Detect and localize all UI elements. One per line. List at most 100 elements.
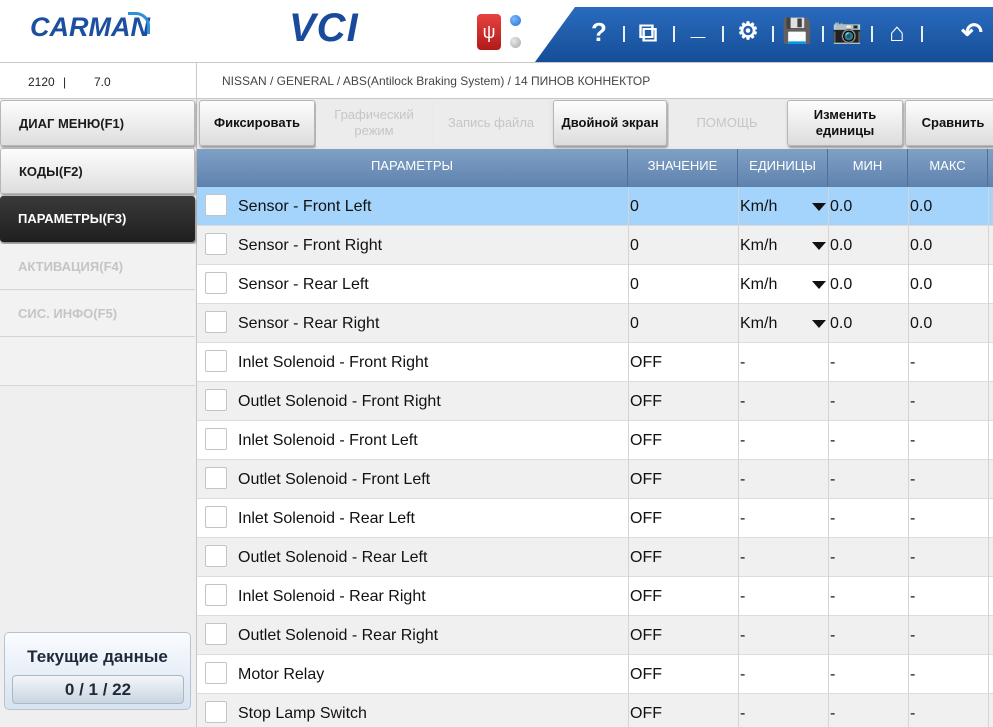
parameter-unit: -	[740, 588, 746, 605]
parameter-max: 0.0	[910, 276, 933, 293]
toolbar-separator	[623, 26, 625, 42]
row-checkbox[interactable]	[205, 272, 227, 294]
parameter-unit: -	[740, 705, 746, 722]
parameter-value: OFF	[630, 393, 662, 410]
column-separator	[828, 304, 829, 343]
column-separator	[908, 226, 909, 265]
column-separator	[628, 382, 629, 421]
unit-dropdown-icon[interactable]	[812, 242, 826, 250]
table-row[interactable]: Inlet Solenoid - Rear Left OFF - - -	[197, 499, 993, 538]
column-separator	[908, 187, 909, 226]
sidebar-item-параметры[interactable]: ПАРАМЕТРЫ(F3)	[0, 196, 195, 242]
column-separator	[738, 460, 739, 499]
parameter-min: -	[830, 354, 836, 371]
column-separator	[738, 187, 739, 226]
parameter-unit[interactable]: Km/h	[740, 226, 777, 265]
column-separator	[908, 304, 909, 343]
current-data-title: Текущие данные	[27, 647, 168, 666]
table-row[interactable]: Motor Relay OFF - - -	[197, 655, 993, 694]
table-row[interactable]: Inlet Solenoid - Front Right OFF - - -	[197, 343, 993, 382]
current-data-counter: 0 / 1 / 22	[12, 675, 184, 704]
row-checkbox[interactable]	[205, 428, 227, 450]
column-separator	[828, 655, 829, 694]
row-checkbox[interactable]	[205, 311, 227, 333]
row-checkbox[interactable]	[205, 545, 227, 567]
column-separator	[828, 499, 829, 538]
column-separator	[988, 616, 989, 655]
parameter-value: OFF	[630, 354, 662, 371]
function-bar: Фиксировать Графический режим Запись файла…	[197, 99, 993, 149]
column-separator	[988, 226, 989, 265]
parameter-unit[interactable]: Km/h	[740, 304, 777, 343]
parameter-unit[interactable]: Km/h	[740, 265, 777, 304]
column-header: МИН	[828, 149, 908, 187]
row-checkbox[interactable]	[205, 467, 227, 489]
version-box: 2120 | 7.0	[0, 63, 197, 99]
row-checkbox[interactable]	[205, 506, 227, 528]
settings-icon[interactable]: ⚙	[732, 16, 764, 48]
row-checkbox[interactable]	[205, 389, 227, 411]
table-row[interactable]: Sensor - Front Left 0 Km/h 0.0 0.0	[197, 187, 993, 226]
function-button-4[interactable]: Двойной экран	[553, 100, 667, 146]
column-separator	[628, 187, 629, 226]
row-checkbox[interactable]	[205, 194, 227, 216]
table-row[interactable]: Outlet Solenoid - Front Left OFF - - -	[197, 460, 993, 499]
function-button-7[interactable]: Сравнить	[905, 100, 993, 146]
column-separator	[828, 187, 829, 226]
column-separator	[828, 577, 829, 616]
column-separator	[628, 655, 629, 694]
help-icon[interactable]: ?	[583, 16, 615, 48]
column-separator	[738, 655, 739, 694]
parameter-unit[interactable]: Km/h	[740, 187, 777, 226]
window-switch-icon[interactable]: ⧉	[632, 16, 664, 48]
column-separator	[738, 694, 739, 727]
table-row[interactable]: Sensor - Rear Left 0 Km/h 0.0 0.0	[197, 265, 993, 304]
column-separator	[988, 694, 989, 727]
column-separator	[628, 460, 629, 499]
row-checkbox[interactable]	[205, 623, 227, 645]
column-separator	[988, 421, 989, 460]
function-button-1[interactable]: Фиксировать	[199, 100, 315, 146]
minimize-icon[interactable]: _	[682, 13, 714, 48]
row-checkbox[interactable]	[205, 233, 227, 255]
function-button-label: Графический режим	[334, 107, 414, 138]
camera-icon[interactable]: 📷	[831, 16, 863, 48]
row-checkbox[interactable]	[205, 350, 227, 372]
table-row[interactable]: Outlet Solenoid - Rear Right OFF - - -	[197, 616, 993, 655]
parameter-max: 0.0	[910, 198, 933, 215]
parameter-unit: -	[740, 354, 746, 371]
parameter-value: OFF	[630, 471, 662, 488]
parameter-unit: -	[740, 393, 746, 410]
sidebar-item-коды[interactable]: КОДЫ(F2)	[0, 148, 195, 194]
column-separator	[738, 226, 739, 265]
unit-dropdown-icon[interactable]	[812, 320, 826, 328]
column-separator	[908, 694, 909, 727]
parameter-max: 0.0	[910, 237, 933, 254]
column-separator	[828, 460, 829, 499]
row-checkbox[interactable]	[205, 584, 227, 606]
function-button-6[interactable]: Изменить единицы	[787, 100, 903, 146]
unit-dropdown-icon[interactable]	[812, 203, 826, 211]
column-separator	[738, 616, 739, 655]
table-row[interactable]: Inlet Solenoid - Front Left OFF - - -	[197, 421, 993, 460]
row-checkbox[interactable]	[205, 662, 227, 684]
table-row[interactable]: Outlet Solenoid - Rear Left OFF - - -	[197, 538, 993, 577]
table-row[interactable]: Outlet Solenoid - Front Right OFF - - -	[197, 382, 993, 421]
parameter-min: -	[830, 432, 836, 449]
table-row[interactable]: Sensor - Front Right 0 Km/h 0.0 0.0	[197, 226, 993, 265]
back-icon[interactable]: ↶	[956, 16, 988, 48]
sidebar-item-диаг-меню[interactable]: ДИАГ МЕНЮ(F1)	[0, 100, 195, 146]
column-separator	[908, 343, 909, 382]
function-button-2: Графический режим	[316, 100, 432, 146]
unit-dropdown-icon[interactable]	[812, 281, 826, 289]
parameter-value: 0	[630, 276, 639, 293]
row-checkbox[interactable]	[205, 701, 227, 723]
save-icon[interactable]: 💾	[781, 16, 813, 48]
table-row[interactable]: Stop Lamp Switch OFF - - -	[197, 694, 993, 727]
parameter-min: 0.0	[830, 198, 853, 215]
parameter-min: -	[830, 588, 836, 605]
home-icon[interactable]: ⌂	[881, 16, 913, 48]
table-row[interactable]: Sensor - Rear Right 0 Km/h 0.0 0.0	[197, 304, 993, 343]
table-row[interactable]: Inlet Solenoid - Rear Right OFF - - -	[197, 577, 993, 616]
parameter-min: 0.0	[830, 276, 853, 293]
